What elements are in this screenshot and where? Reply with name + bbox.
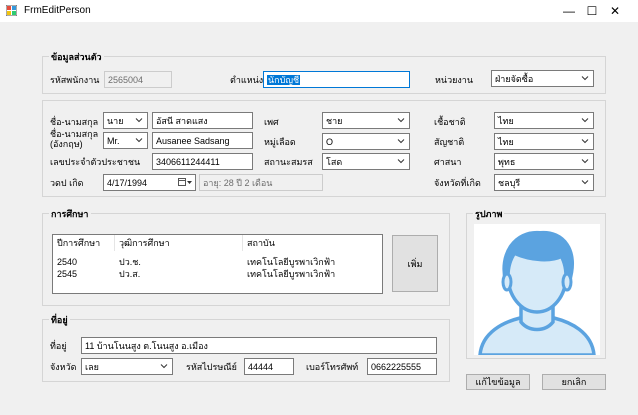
column-header-year[interactable]: ปีการศึกษา <box>53 235 115 251</box>
chevron-down-icon <box>135 118 143 123</box>
id-card-field[interactable]: 3406611244411 <box>152 153 253 170</box>
title-th-combobox[interactable]: นาย <box>103 112 148 129</box>
phone-label: เบอร์โทรศัพท์ <box>306 362 359 372</box>
chevron-down-icon <box>160 364 168 369</box>
address-label: ที่อยู่ <box>50 341 67 351</box>
chevron-down-icon <box>397 159 405 164</box>
religion-label: ศาสนา <box>434 157 462 167</box>
position-field[interactable]: นักบัญชี <box>263 71 410 88</box>
religion-value: พุทธ <box>498 157 516 167</box>
row-institute: เทคโนโลยีบูรพาเวิกฟ้า <box>247 269 336 279</box>
name-en-field[interactable]: Ausanee Sadsang <box>152 132 253 149</box>
province-value: เลย <box>85 362 99 372</box>
birth-province-value: ชลบุรี <box>498 178 521 188</box>
chevron-down-icon <box>581 118 589 123</box>
phone-field[interactable]: 0662225555 <box>367 358 437 375</box>
race-label: เชื้อชาติ <box>434 117 466 127</box>
name-en-label-line1: ชื่อ-นามสกุล <box>50 129 99 139</box>
gender-value: ชาย <box>326 116 343 126</box>
title-th-value: นาย <box>107 116 124 126</box>
dob-value: 4/17/1994 <box>107 178 148 188</box>
chevron-down-icon <box>397 118 405 123</box>
address-field[interactable]: 11 บ้านโนนสูง ต.โนนสูง อ.เมือง <box>81 337 437 354</box>
employee-group-title: ข้อมูลส่วนตัว <box>49 50 104 64</box>
chevron-down-icon <box>581 180 589 185</box>
dept-label: หน่วยงาน <box>435 75 474 85</box>
postcode-label: รหัสไปรษณีย์ <box>186 362 237 372</box>
marital-label: สถานะสมรส <box>264 157 313 167</box>
name-th-label: ชื่อ-นามสกุล <box>50 117 99 127</box>
nationality-combobox[interactable]: ไทย <box>494 133 594 150</box>
row-year: 2545 <box>57 269 78 279</box>
chevron-down-icon <box>581 76 589 81</box>
address-group-title: ที่อยู่ <box>49 313 70 327</box>
marital-combobox[interactable]: โสด <box>322 153 410 170</box>
gender-label: เพศ <box>264 117 279 127</box>
emp-id-field[interactable]: 2565004 <box>104 71 172 88</box>
close-button[interactable]: ✕ <box>592 0 638 22</box>
name-en-label-line2: (อังกฤษ) <box>50 139 83 149</box>
race-combobox[interactable]: ไทย <box>494 112 594 129</box>
education-group-title: การศึกษา <box>49 207 91 221</box>
column-header-institute[interactable]: สถาบัน <box>243 235 382 251</box>
window-title: FrmEditPerson <box>24 5 91 16</box>
user-avatar-icon <box>478 230 596 357</box>
column-header-degree[interactable]: วุฒิการศึกษา <box>115 235 243 251</box>
position-label: ตำแหน่ง <box>230 75 264 85</box>
nationality-label: สัญชาติ <box>434 137 465 147</box>
position-value: นักบัญชี <box>267 75 301 85</box>
row-institute: เทคโนโลยีบูรพาเวิกฟ้า <box>247 257 336 267</box>
birth-province-label: จังหวัดที่เกิด <box>434 178 481 188</box>
religion-combobox[interactable]: พุทธ <box>494 153 594 170</box>
add-education-button[interactable]: เพิ่ม <box>392 235 438 292</box>
chevron-down-icon <box>135 138 143 143</box>
row-degree: ปว.ช. <box>119 257 141 267</box>
photo-picturebox[interactable] <box>474 224 600 357</box>
blood-label: หมู่เลือด <box>264 137 296 147</box>
province-combobox[interactable]: เลย <box>81 358 173 375</box>
blood-value: O <box>326 137 334 147</box>
name-th-field[interactable]: อัสนี สาดแสง <box>152 112 253 129</box>
blood-combobox[interactable]: O <box>322 133 410 150</box>
id-card-label: เลขประจำตัวประชาชน <box>50 157 141 167</box>
table-row[interactable]: 2540 ปว.ช. เทคโนโลยีบูรพาเวิกฟ้า <box>53 256 382 268</box>
dob-picker[interactable]: 4/17/1994 <box>103 174 196 191</box>
chevron-down-icon <box>397 139 405 144</box>
row-year: 2540 <box>57 257 78 267</box>
chevron-down-icon <box>581 139 589 144</box>
cancel-button[interactable]: ยกเลิก <box>542 374 606 390</box>
race-value: ไทย <box>498 116 514 126</box>
title-bar: FrmEditPerson — ☐ ✕ <box>0 0 638 22</box>
edit-button[interactable]: แก้ไขข้อมูล <box>466 374 530 390</box>
app-icon <box>6 5 17 16</box>
nationality-value: ไทย <box>498 137 514 147</box>
postcode-field[interactable]: 44444 <box>244 358 294 375</box>
listview-header: ปีการศึกษา วุฒิการศึกษา สถาบัน <box>53 235 382 251</box>
calendar-dropdown-icon <box>178 178 192 186</box>
title-en-value: Mr. <box>107 136 120 146</box>
dept-value: ฝ่ายจัดซื้อ <box>495 74 534 84</box>
close-icon: ✕ <box>609 4 621 18</box>
table-row[interactable]: 2545 ปว.ส. เทคโนโลยีบูรพาเวิกฟ้า <box>53 268 382 280</box>
emp-id-label: รหัสพนักงาน <box>50 75 100 85</box>
education-listview[interactable]: ปีการศึกษา วุฒิการศึกษา สถาบัน 2540 ปว.ช… <box>52 234 383 294</box>
birth-province-combobox[interactable]: ชลบุรี <box>494 174 594 191</box>
age-field: อายุ: 28 ปี 2 เดือน <box>199 174 323 191</box>
province-label: จังหวัด <box>50 362 77 372</box>
row-degree: ปว.ส. <box>119 269 141 279</box>
dob-label: วดป เกิด <box>50 178 84 188</box>
chevron-down-icon <box>581 159 589 164</box>
gender-combobox[interactable]: ชาย <box>322 112 410 129</box>
dept-combobox[interactable]: ฝ่ายจัดซื้อ <box>491 70 594 87</box>
title-en-combobox[interactable]: Mr. <box>103 132 148 149</box>
photo-group-title: รูปภาพ <box>473 207 505 221</box>
marital-value: โสด <box>326 157 343 167</box>
